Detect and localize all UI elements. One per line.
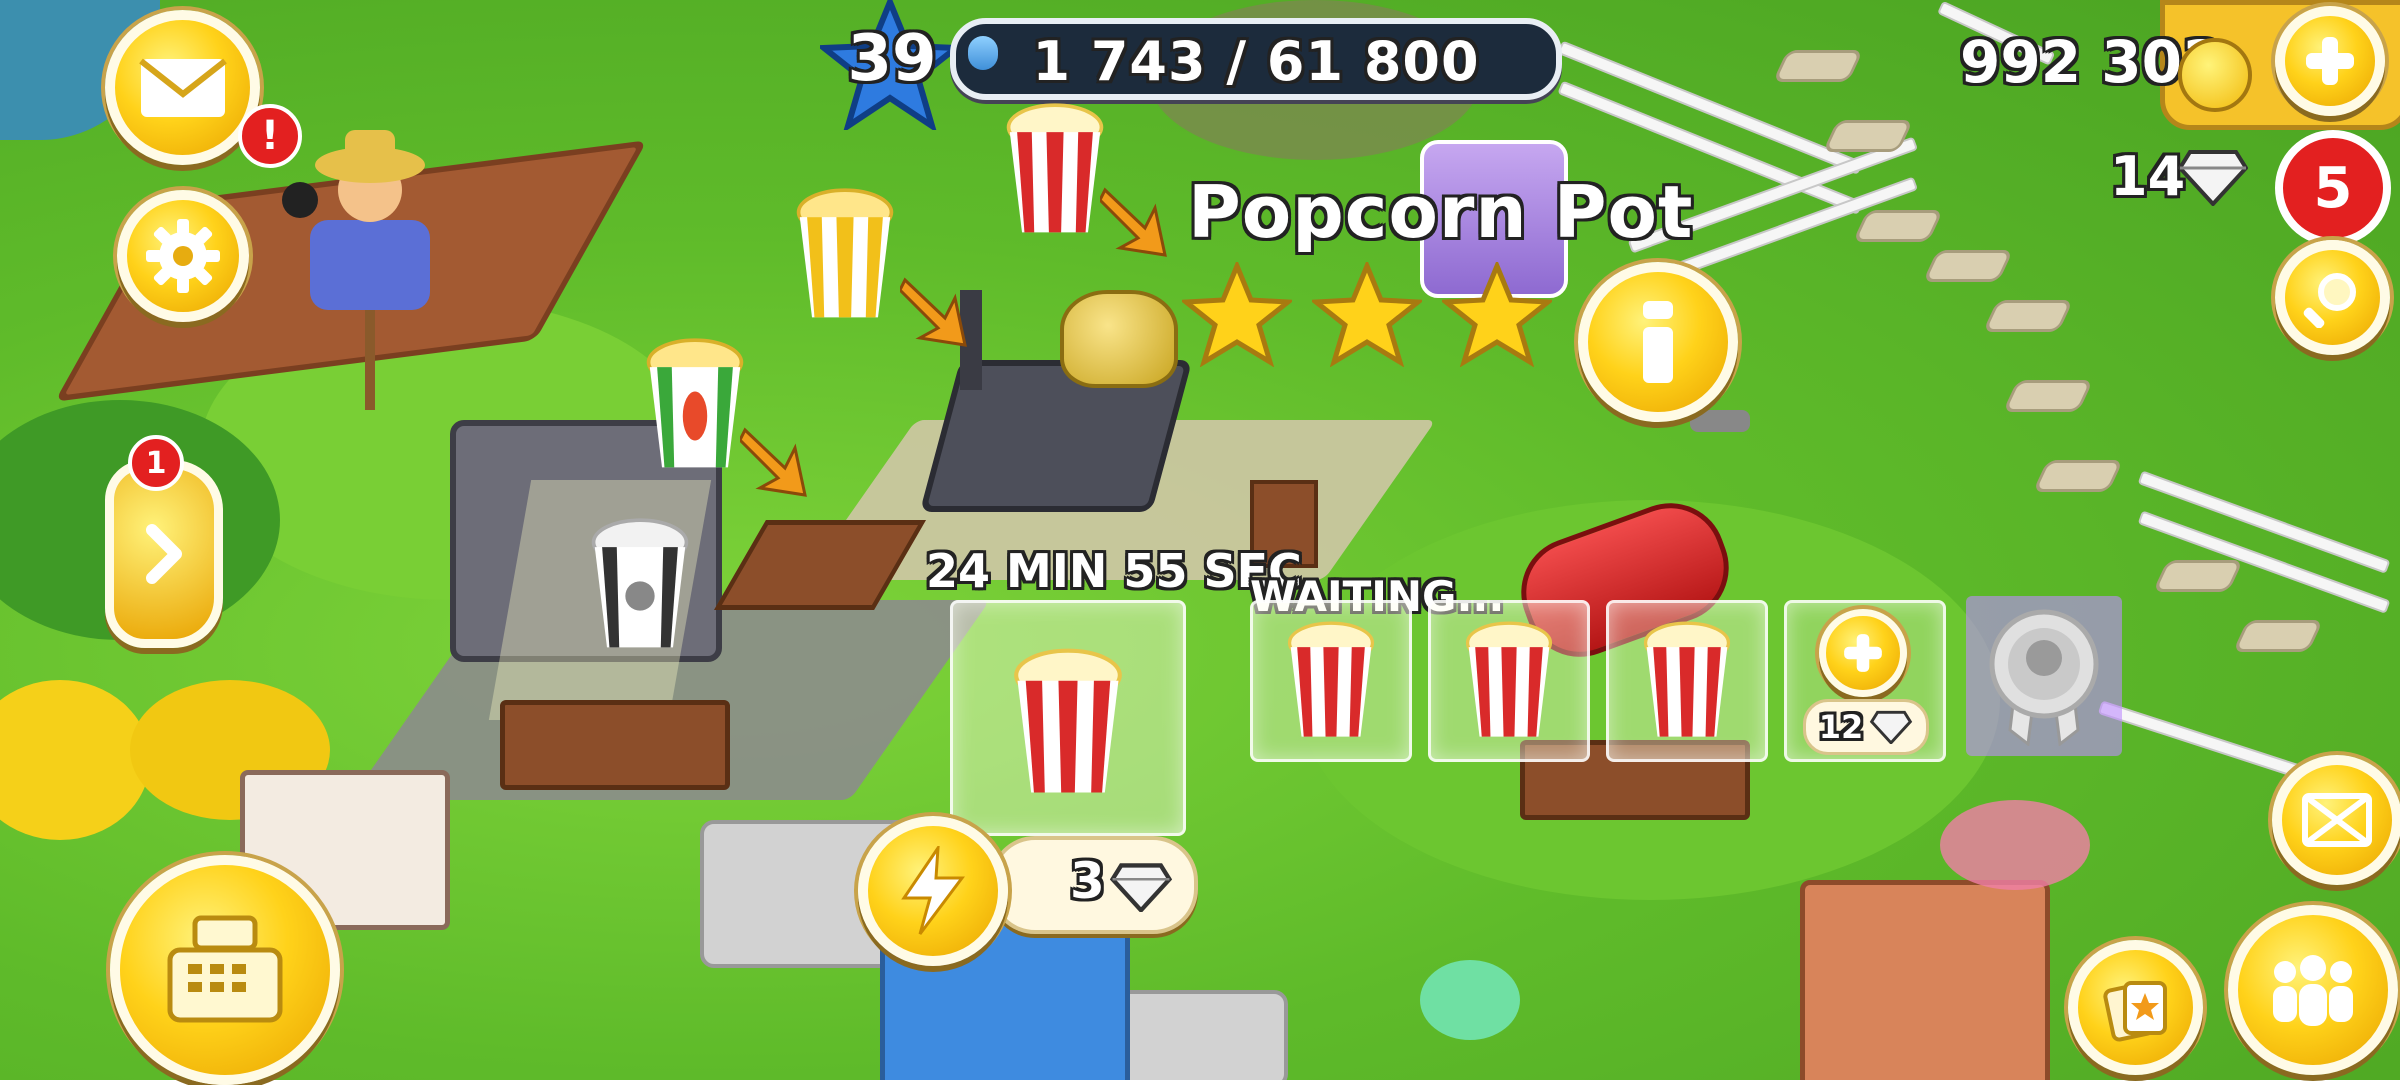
production-timer: 24 MIN 55 SEC — [926, 544, 1302, 598]
flower-pot — [1940, 800, 2090, 890]
mail-alert-badge: ! — [238, 104, 302, 168]
cash-register-icon — [167, 915, 283, 1023]
queue-slot-1[interactable] — [1250, 600, 1412, 762]
mail-button[interactable] — [105, 10, 260, 165]
frogs[interactable] — [1420, 960, 1520, 1040]
diamond-count: 14 — [2110, 145, 2186, 208]
wooden-table — [714, 520, 926, 610]
farm-scene[interactable] — [0, 0, 2400, 1080]
arrow-icon — [900, 277, 967, 347]
wooden-bench — [500, 700, 730, 790]
arrows-expand-icon — [2302, 793, 2372, 847]
queue-slot-3[interactable] — [1606, 600, 1768, 762]
chevron-right-icon — [146, 524, 182, 584]
info-icon — [1643, 301, 1673, 383]
cards-button[interactable] — [2068, 940, 2203, 1075]
popcorn-product-icon[interactable] — [1000, 95, 1110, 245]
add-slot[interactable]: 12 — [1784, 600, 1946, 762]
achievement-slot[interactable] — [1966, 596, 2122, 756]
info-button[interactable] — [1578, 262, 1738, 422]
add-slot-cost: 12 — [1803, 699, 1929, 755]
zoom-button[interactable] — [2272, 755, 2400, 885]
people-icon — [2273, 955, 2353, 1026]
rating-star-2 — [1312, 262, 1422, 367]
machine-name: Popcorn Pot — [1188, 170, 1694, 254]
cards-icon — [2102, 980, 2167, 1041]
rating-star-1 — [1182, 262, 1292, 367]
path-stone — [1772, 50, 1864, 82]
magnifier-icon — [2303, 272, 2356, 328]
speedup-cost-pill[interactable]: 3 — [990, 836, 1198, 934]
scarecrow — [282, 130, 430, 410]
buy-coins-button[interactable] — [2275, 6, 2385, 116]
path-stone — [1852, 210, 1944, 242]
coin-icon — [2178, 38, 2252, 112]
popcorn-icon — [1014, 648, 1122, 793]
plus-icon — [1844, 634, 1882, 672]
queue-slot-2[interactable] — [1428, 600, 1590, 762]
level-number: 39 — [847, 22, 937, 96]
add-slot-button[interactable] — [1819, 609, 1907, 697]
plus-icon — [2306, 37, 2354, 85]
speedup-cost: 3 — [1070, 852, 1105, 910]
plain-popcorn-icon[interactable] — [585, 510, 695, 660]
path-stone — [1922, 250, 2014, 282]
butter-popcorn-icon[interactable] — [790, 180, 900, 330]
popcorn-icon — [1287, 621, 1375, 737]
side-panel-badge: 1 — [128, 435, 184, 491]
arrow-icon — [1100, 187, 1167, 257]
path-stone — [1982, 300, 2074, 332]
search-button[interactable] — [2275, 240, 2390, 355]
diamond-icon — [2178, 150, 2248, 206]
xp-text: 1 743 / 61 800 — [1032, 30, 1480, 93]
friends-button[interactable] — [2228, 905, 2398, 1075]
pipe — [1690, 410, 1750, 432]
notification-badge[interactable]: 5 — [2275, 130, 2391, 246]
diamond-icon — [1870, 710, 1913, 744]
popcorn-icon — [1643, 621, 1731, 737]
speedup-button[interactable] — [858, 816, 1008, 966]
golden-pot — [1060, 290, 1178, 388]
path-stone — [2032, 460, 2124, 492]
flower-bush — [0, 680, 150, 840]
arrow-icon — [740, 427, 807, 497]
path-stone — [2232, 620, 2324, 652]
lightning-icon — [901, 846, 965, 935]
popcorn-icon — [1465, 621, 1553, 737]
diamond-icon — [1110, 863, 1172, 912]
shop-button[interactable] — [110, 855, 340, 1085]
gear-icon — [146, 219, 220, 293]
chili-popcorn-icon[interactable] — [640, 330, 750, 480]
xp-bar[interactable]: 1 743 / 61 800 — [950, 18, 1562, 100]
envelope-icon — [138, 58, 227, 117]
settings-button[interactable] — [117, 190, 249, 322]
active-production-slot[interactable] — [950, 600, 1186, 836]
ribbon-medal-icon — [1989, 609, 2099, 746]
add-slot-cost-value: 12 — [1818, 708, 1864, 746]
rating-star-3 — [1442, 262, 1552, 367]
path-stone — [2002, 380, 2094, 412]
path-stone — [2152, 560, 2244, 592]
clay-oven[interactable] — [1800, 880, 2050, 1080]
